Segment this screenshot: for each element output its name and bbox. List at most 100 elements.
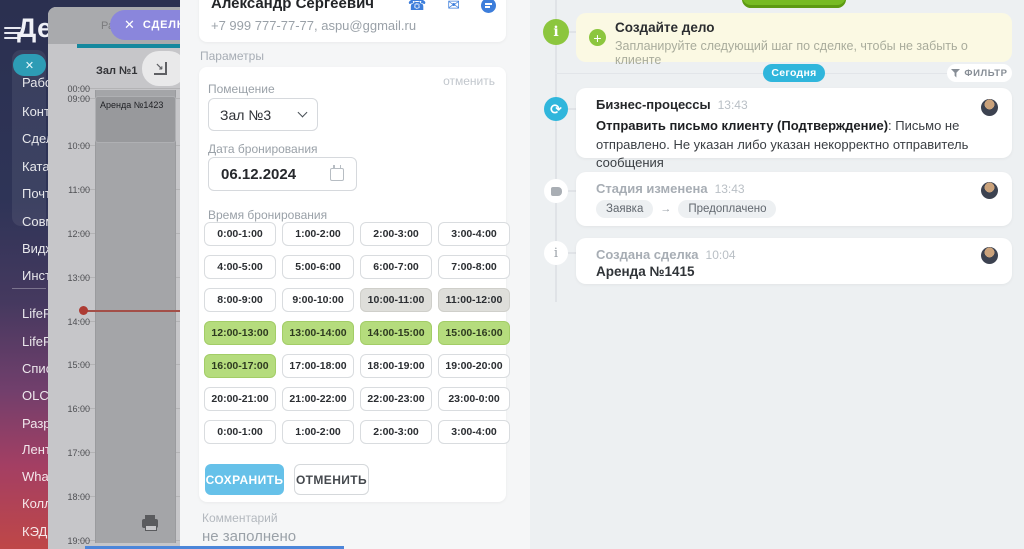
chevron-down-icon — [298, 108, 308, 118]
time-slot-button[interactable]: 7:00-8:00 — [438, 255, 510, 279]
sidebar-item[interactable]: LifeP — [22, 334, 50, 349]
feed-body: Отправить письмо клиенту (Подтверждение)… — [596, 117, 992, 173]
sidebar-item[interactable]: Рабо — [22, 75, 50, 90]
arrow-right-icon: → — [660, 203, 671, 215]
filter-button[interactable]: ФИЛЬТР — [947, 64, 1012, 82]
room-select[interactable]: Зал №3 — [208, 98, 318, 131]
sidebar-item[interactable]: Почт — [22, 186, 50, 201]
today-badge[interactable]: Сегодня — [763, 64, 825, 82]
time-slot-button[interactable]: 21:00-22:00 — [282, 387, 354, 411]
feed-card-stage-changed[interactable]: Стадия изменена13:43 Заявка → Предоплаче… — [576, 172, 1012, 226]
time-slot-button[interactable]: 20:00-21:00 — [204, 387, 276, 411]
deal-tab-label: СДЕЛКА — [143, 19, 180, 31]
close-deal-icon[interactable]: ✕ — [124, 17, 135, 33]
deal-created-icon: i — [544, 241, 568, 265]
create-task-hint-card[interactable]: + Создайте дело Запланируйте следующий ш… — [576, 13, 1012, 62]
sidebar-item[interactable]: Сдел — [22, 131, 50, 146]
calendar-event[interactable]: Аренда №1423 — [95, 96, 176, 143]
feed-card-deal-created[interactable]: Создана сделка10:04 Аренда №1415 — [576, 238, 1012, 284]
sidebar-item[interactable]: Колл — [22, 496, 50, 511]
time-slot-button[interactable]: 3:00-4:00 — [438, 420, 510, 444]
feed-card-business-process[interactable]: Бизнес-процессы13:43 Отправить письмо кл… — [576, 88, 1012, 158]
sidebar-item[interactable]: Wha — [22, 469, 50, 484]
sidebar-item[interactable]: Ката — [22, 159, 50, 174]
time-slot-button[interactable]: 18:00-19:00 — [360, 354, 432, 378]
connector-line — [568, 252, 576, 254]
mail-icon[interactable]: ✉ — [447, 0, 460, 13]
time-slot-button[interactable]: 23:00-0:00 — [438, 387, 510, 411]
time-slot-button[interactable]: 3:00-4:00 — [438, 222, 510, 246]
time-slot-button[interactable]: 14:00-15:00 — [360, 321, 432, 345]
feed-time: 13:43 — [718, 98, 748, 112]
time-gutter-label: 18:00 — [48, 492, 90, 502]
hint-info-icon: i — [543, 19, 569, 45]
time-slot-button[interactable]: 0:00-1:00 — [204, 222, 276, 246]
cancel-link[interactable]: отменить — [443, 74, 495, 88]
time-gutter-label: 13:00 — [48, 273, 90, 283]
time-slot-button[interactable]: 6:00-7:00 — [360, 255, 432, 279]
time-slot-button[interactable]: 16:00-17:00 — [204, 354, 276, 378]
sidebar-item[interactable]: Спис — [22, 361, 50, 376]
sidebar-item[interactable]: LifeP — [22, 306, 50, 321]
avatar[interactable] — [981, 247, 998, 264]
time-gutter-label: 10:00 — [48, 141, 90, 151]
timeline-panel: i + Создайте дело Запланируйте следующий… — [530, 0, 1024, 549]
time-slot-button[interactable]: 2:00-3:00 — [360, 222, 432, 246]
time-slot-button[interactable]: 2:00-3:00 — [360, 420, 432, 444]
time-slot-button[interactable]: 5:00-6:00 — [282, 255, 354, 279]
sidebar-item[interactable]: КЭД — [22, 524, 50, 539]
close-icon: ✕ — [25, 59, 34, 72]
time-gutter-label: 15:00 — [48, 360, 90, 370]
contact-card[interactable]: Александр Сергеевич +7 999 777-77-77, as… — [199, 0, 506, 42]
plus-icon[interactable]: + — [589, 29, 606, 46]
calendar-panel: Рабочий стол ✕ СДЕЛКА 00:0009:0010:0011:… — [48, 7, 180, 549]
cancel-button[interactable]: ОТМЕНИТЬ — [294, 464, 369, 495]
deal-tab-pill[interactable]: ✕ СДЕЛКА — [110, 10, 180, 40]
time-slot-button[interactable]: 11:00-12:00 — [438, 288, 510, 312]
time-slot-button[interactable]: 1:00-2:00 — [282, 222, 354, 246]
time-gutter-label: 11:00 — [48, 185, 90, 195]
print-icon[interactable] — [142, 519, 158, 528]
time-slot-button[interactable]: 19:00-20:00 — [438, 354, 510, 378]
stage-to-badge: Предоплачено — [678, 200, 776, 218]
avatar[interactable] — [981, 99, 998, 116]
collapse-hours-button[interactable]: ↘ — [142, 51, 180, 86]
phone-icon[interactable]: ☎ — [408, 0, 427, 13]
top-action-button[interactable] — [742, 0, 846, 8]
time-gutter-label: 09:00 — [48, 94, 90, 104]
time-slot-button[interactable]: 17:00-18:00 — [282, 354, 354, 378]
calendar-column-title: Зал №1 — [96, 65, 137, 77]
booking-date-input[interactable]: 06.12.2024 — [208, 157, 357, 191]
time-slot-button[interactable]: 12:00-13:00 — [204, 321, 276, 345]
sidebar-item[interactable]: Инст — [22, 268, 50, 283]
time-slot-button[interactable]: 22:00-23:00 — [360, 387, 432, 411]
time-slot-button[interactable]: 10:00-11:00 — [360, 288, 432, 312]
sidebar-item[interactable]: Конт — [22, 104, 50, 119]
calendar-icon[interactable] — [330, 168, 344, 181]
time-slot-button[interactable]: 1:00-2:00 — [282, 420, 354, 444]
time-slot-button[interactable]: 8:00-9:00 — [204, 288, 276, 312]
comment-value: не заполнено — [202, 528, 296, 545]
feed-time: 13:43 — [715, 182, 745, 196]
time-gutter-label: 16:00 — [48, 404, 90, 414]
booking-form-panel: Александр Сергеевич +7 999 777-77-77, as… — [180, 0, 530, 549]
time-gutter-label: 14:00 — [48, 317, 90, 327]
sidebar-item[interactable]: Совм — [22, 214, 50, 229]
sidebar-item[interactable]: Разр — [22, 416, 50, 431]
save-button[interactable]: СОХРАНИТЬ — [205, 464, 284, 495]
sidebar-close-button[interactable]: ✕ — [13, 54, 46, 76]
connector-line — [568, 108, 576, 110]
time-slot-button[interactable]: 9:00-10:00 — [282, 288, 354, 312]
time-gutter-label: 17:00 — [48, 448, 90, 458]
time-slot-button[interactable]: 13:00-14:00 — [282, 321, 354, 345]
sidebar-item[interactable]: Лент — [22, 442, 50, 457]
feed-time: 10:04 — [706, 248, 736, 262]
time-slot-button[interactable]: 4:00-5:00 — [204, 255, 276, 279]
sidebar-item[interactable]: Видж — [22, 241, 50, 256]
avatar[interactable] — [981, 182, 998, 199]
time-slot-button[interactable]: 15:00-16:00 — [438, 321, 510, 345]
sidebar-item[interactable]: OLC — [22, 388, 50, 403]
chat-icon[interactable] — [481, 0, 496, 13]
time-slot-button[interactable]: 0:00-1:00 — [204, 420, 276, 444]
time-slot-grid: 0:00-1:001:00-2:002:00-3:003:00-4:004:00… — [204, 222, 510, 444]
